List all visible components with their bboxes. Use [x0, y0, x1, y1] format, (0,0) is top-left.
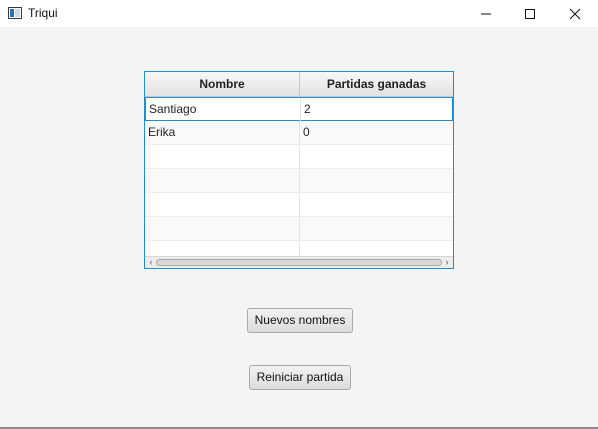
empty-cell	[145, 241, 300, 256]
empty-table-row	[145, 145, 453, 169]
table-row[interactable]: Santiago 2	[145, 97, 453, 121]
empty-cell	[145, 145, 300, 168]
new-names-button[interactable]: Nuevos nombres	[247, 308, 353, 333]
java-app-icon	[8, 7, 22, 19]
close-icon	[569, 8, 581, 19]
restart-game-button[interactable]: Reiniciar partida	[249, 365, 351, 390]
empty-table-row	[145, 193, 453, 217]
cell-partidas[interactable]: 2	[301, 98, 453, 121]
empty-table-row	[145, 169, 453, 193]
close-button[interactable]	[553, 0, 597, 27]
table-row[interactable]: Erika 0	[145, 121, 453, 145]
empty-cell	[145, 169, 300, 192]
maximize-button[interactable]	[508, 0, 552, 27]
horizontal-scrollbar[interactable]: ‹ ›	[145, 256, 453, 268]
column-header-partidas-ganadas[interactable]: Partidas ganadas	[300, 72, 453, 96]
table-header: Nombre Partidas ganadas	[145, 72, 453, 97]
minimize-icon	[481, 13, 491, 14]
empty-table-row	[145, 241, 453, 256]
column-header-nombre[interactable]: Nombre	[145, 72, 300, 96]
title-bar: Triqui	[0, 0, 598, 27]
cell-nombre[interactable]: Erika	[145, 121, 300, 144]
cell-partidas[interactable]: 0	[300, 121, 453, 144]
window-title: Triqui	[28, 6, 58, 20]
scroll-right-icon[interactable]: ›	[442, 257, 452, 268]
empty-table-row	[145, 217, 453, 241]
table-body: Santiago 2 Erika 0	[145, 97, 453, 256]
empty-cell	[145, 193, 300, 216]
minimize-button[interactable]	[464, 0, 508, 27]
scrollbar-thumb[interactable]	[156, 259, 442, 266]
empty-cell	[145, 217, 300, 240]
maximize-icon	[525, 8, 535, 19]
cell-nombre[interactable]: Santiago	[146, 98, 301, 121]
scroll-left-icon[interactable]: ‹	[146, 257, 156, 268]
scores-table[interactable]: Nombre Partidas ganadas Santiago 2 Erika…	[144, 71, 454, 269]
